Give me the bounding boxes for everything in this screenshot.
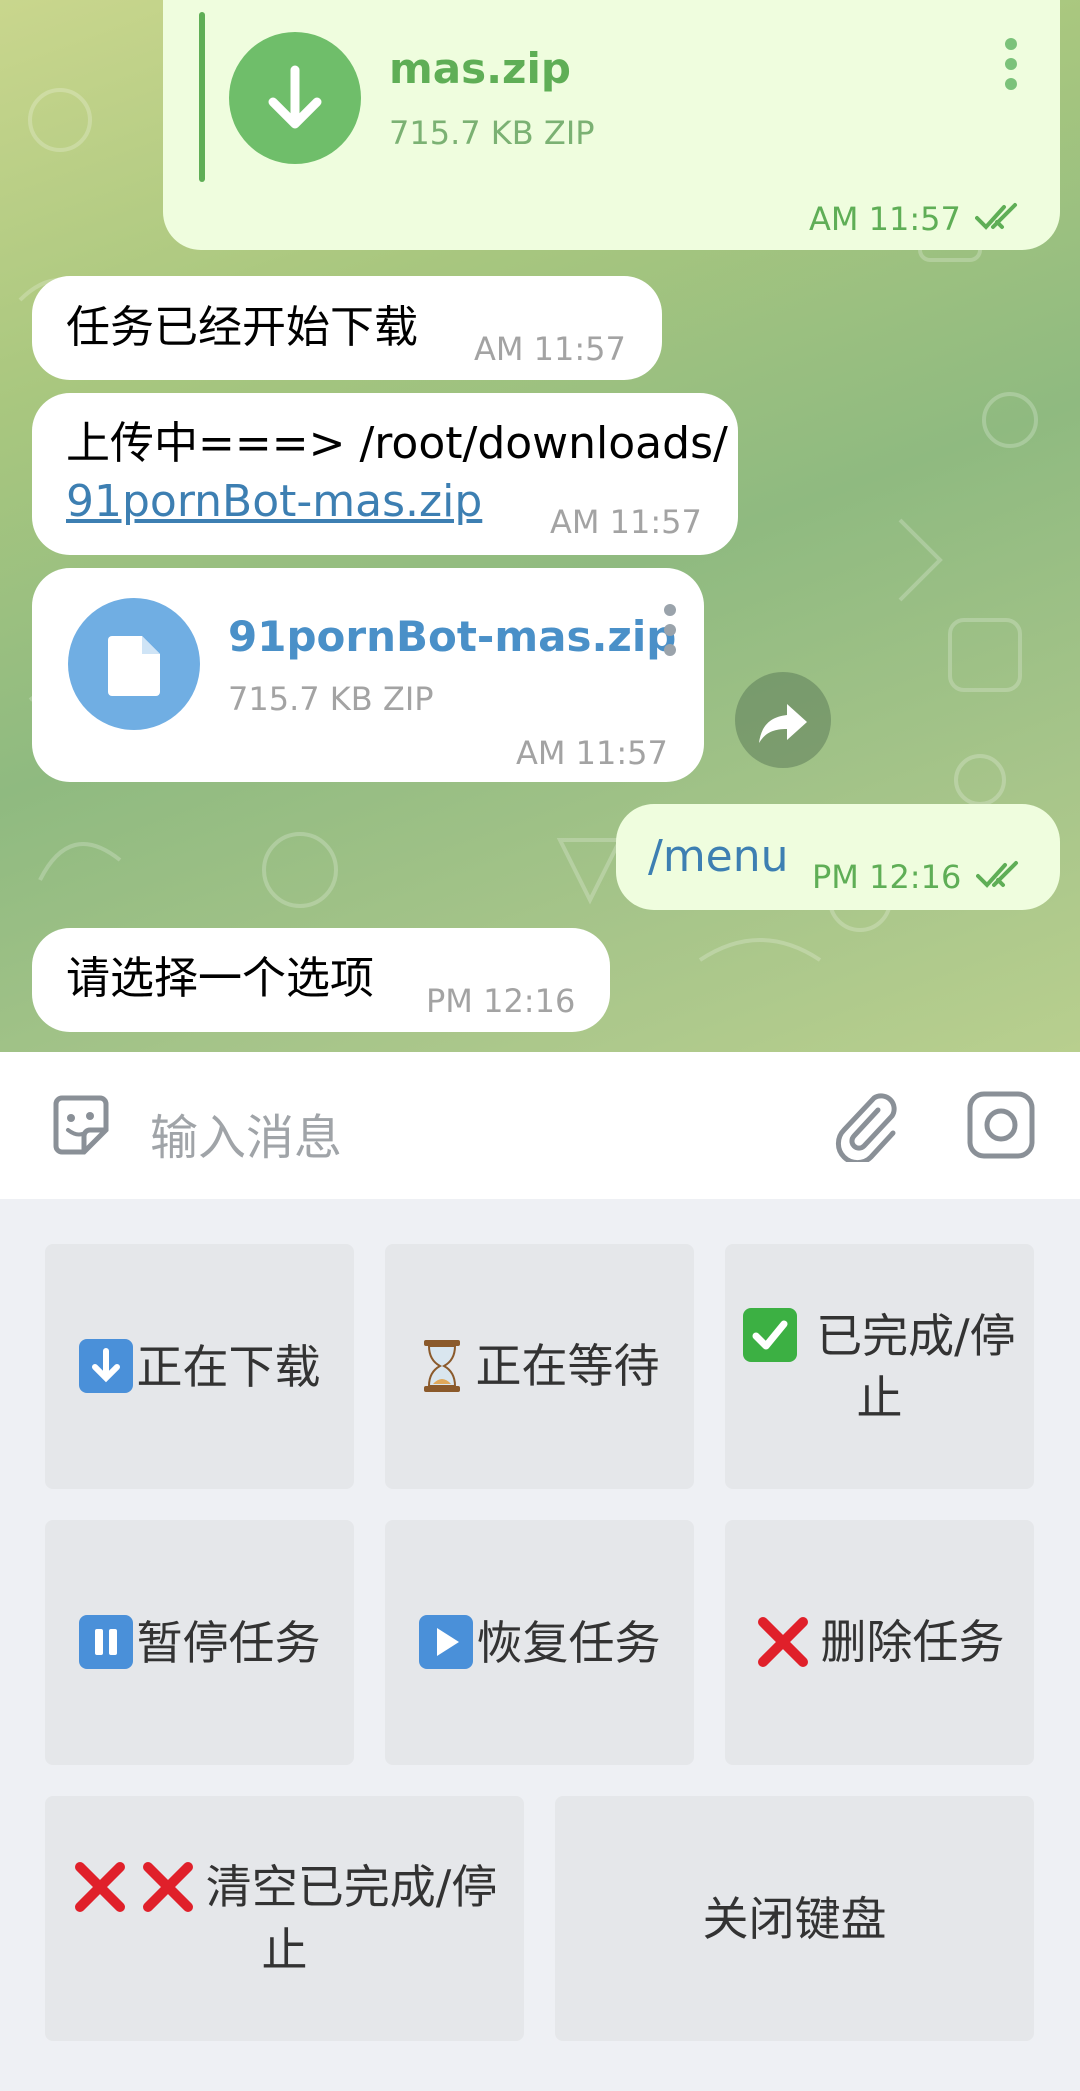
message-time: PM 12:16 (426, 982, 576, 1020)
cross-mark-icon (142, 1861, 193, 1912)
chat-area[interactable]: mas.zip 715.7 KB ZIP AM 11:57 任务已经开始下载 A… (0, 0, 1080, 1052)
message-text: 任务已经开始下载 (66, 302, 418, 353)
message-text: 请选择一个选项 (66, 953, 374, 1004)
cross-mark-icon (757, 1616, 808, 1667)
outgoing-file-message[interactable]: mas.zip 715.7 KB ZIP AM 11:57 (163, 0, 1060, 250)
close-keyboard-button[interactable]: 关闭键盘 (555, 1796, 1034, 2041)
delete-task-button[interactable]: 删除任务 (725, 1520, 1034, 1765)
file-size: 715.7 KB ZIP (228, 680, 434, 718)
hourglass-icon (423, 1339, 460, 1392)
file-name[interactable]: 91pornBot-mas.zip (228, 612, 676, 661)
message-time: AM 11:57 (550, 503, 702, 541)
message-input[interactable]: 输入消息 (150, 1098, 342, 1168)
message-time: AM 11:57 (809, 200, 961, 238)
incoming-text-message[interactable]: 任务已经开始下载 AM 11:57 (32, 276, 662, 380)
completed-stopped-label: 已完成/停止 (816, 1308, 1016, 1425)
reply-quote-bar (199, 12, 205, 182)
resume-task-button[interactable]: 恢复任务 (385, 1520, 694, 1765)
file-link[interactable]: 91pornBot-mas.zip (66, 473, 482, 531)
download-arrow-icon (268, 65, 322, 129)
cross-mark-icon (74, 1861, 125, 1912)
outgoing-text-message[interactable]: /menu PM 12:16 (616, 804, 1060, 910)
resume-task-label: 恢复任务 (476, 1615, 661, 1670)
message-text: /menu (648, 831, 789, 882)
incoming-text-message[interactable]: 上传中===> /root/downloads/ 91pornBot-mas.z… (32, 393, 738, 555)
down-arrow-icon (78, 1339, 133, 1393)
play-icon (418, 1615, 473, 1669)
share-arrow-icon (759, 704, 807, 743)
message-time: PM 12:16 (812, 858, 962, 896)
file-icon (108, 636, 160, 696)
completed-stopped-button[interactable]: 已完成/停止 (725, 1244, 1034, 1489)
bot-reply-keyboard: 正在下载 正在等待 已完成/停止 暂停任务 恢复任务 删除任务 清空已完成/停止… (0, 1199, 1080, 2091)
clear-completed-button[interactable]: 清空已完成/停止 (45, 1796, 524, 2041)
waiting-button[interactable]: 正在等待 (385, 1244, 694, 1489)
delete-task-label: 删除任务 (820, 1615, 1005, 1670)
double-check-icon (975, 203, 1017, 230)
message-input-bar: 输入消息 (0, 1052, 1080, 1199)
more-options-icon[interactable] (1005, 38, 1019, 98)
check-mark-icon (743, 1308, 798, 1362)
forward-button[interactable] (735, 672, 831, 768)
open-file-button[interactable] (68, 598, 200, 730)
file-size: 715.7 KB ZIP (389, 114, 595, 152)
pause-task-button[interactable]: 暂停任务 (45, 1520, 354, 1765)
incoming-file-message[interactable]: 91pornBot-mas.zip 715.7 KB ZIP AM 11:57 (32, 568, 704, 782)
waiting-label: 正在等待 (475, 1339, 660, 1394)
incoming-text-message[interactable]: 请选择一个选项 PM 12:16 (32, 928, 610, 1032)
pause-icon (78, 1615, 133, 1669)
download-file-button[interactable] (229, 32, 361, 164)
message-text: 上传中===> /root/downloads/ (66, 418, 728, 469)
sticker-icon[interactable] (46, 1090, 116, 1160)
camera-icon[interactable] (966, 1090, 1036, 1160)
double-check-icon (976, 861, 1018, 888)
clear-completed-label: 清空已完成/停止 (205, 1860, 498, 1977)
more-options-icon[interactable] (664, 604, 678, 664)
attach-icon[interactable] (830, 1088, 900, 1162)
downloading-label: 正在下载 (136, 1339, 321, 1394)
message-time: AM 11:57 (516, 734, 668, 772)
file-name[interactable]: mas.zip (389, 44, 571, 93)
pause-task-label: 暂停任务 (136, 1615, 321, 1670)
close-keyboard-label: 关闭键盘 (702, 1891, 887, 1946)
downloading-button[interactable]: 正在下载 (45, 1244, 354, 1489)
message-time: AM 11:57 (474, 330, 626, 368)
